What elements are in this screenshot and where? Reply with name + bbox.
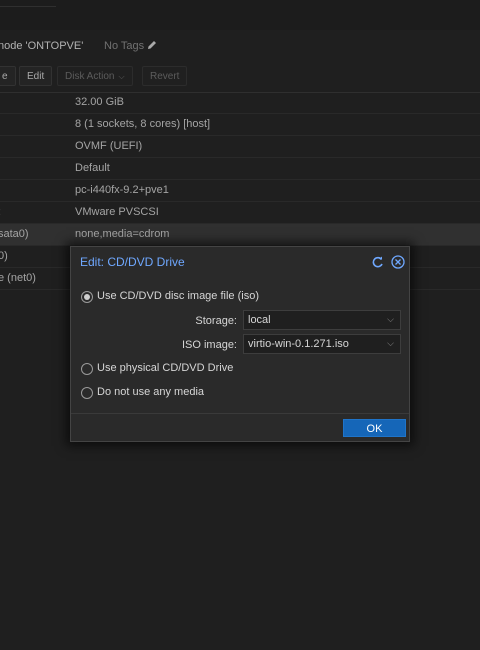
chevron-down-icon: ⌵	[387, 338, 394, 348]
ok-button[interactable]: OK	[343, 419, 406, 437]
radio-use-iso-label[interactable]: Use CD/DVD disc image file (iso)	[97, 290, 259, 302]
iso-image-select[interactable]: virtio-win-0.1.271.iso ⌵	[243, 334, 401, 354]
chevron-down-icon: ⌵	[387, 314, 394, 324]
edit-cd-dvd-dialog: Edit: CD/DVD Drive Use CD/DVD disc image…	[70, 246, 410, 442]
dialog-divider	[71, 413, 409, 414]
radio-use-iso[interactable]	[81, 291, 93, 303]
storage-select[interactable]: local ⌵	[243, 310, 401, 330]
radio-physical-drive[interactable]	[81, 363, 93, 375]
iso-image-label: ISO image:	[181, 339, 237, 351]
close-icon[interactable]	[391, 255, 405, 269]
radio-no-media-label[interactable]: Do not use any media	[97, 386, 204, 398]
dialog-title: Edit: CD/DVD Drive	[80, 255, 185, 269]
reset-icon[interactable]	[371, 255, 385, 269]
radio-physical-drive-label[interactable]: Use physical CD/DVD Drive	[97, 362, 233, 374]
radio-no-media[interactable]	[81, 387, 93, 399]
storage-label: Storage:	[195, 315, 237, 327]
